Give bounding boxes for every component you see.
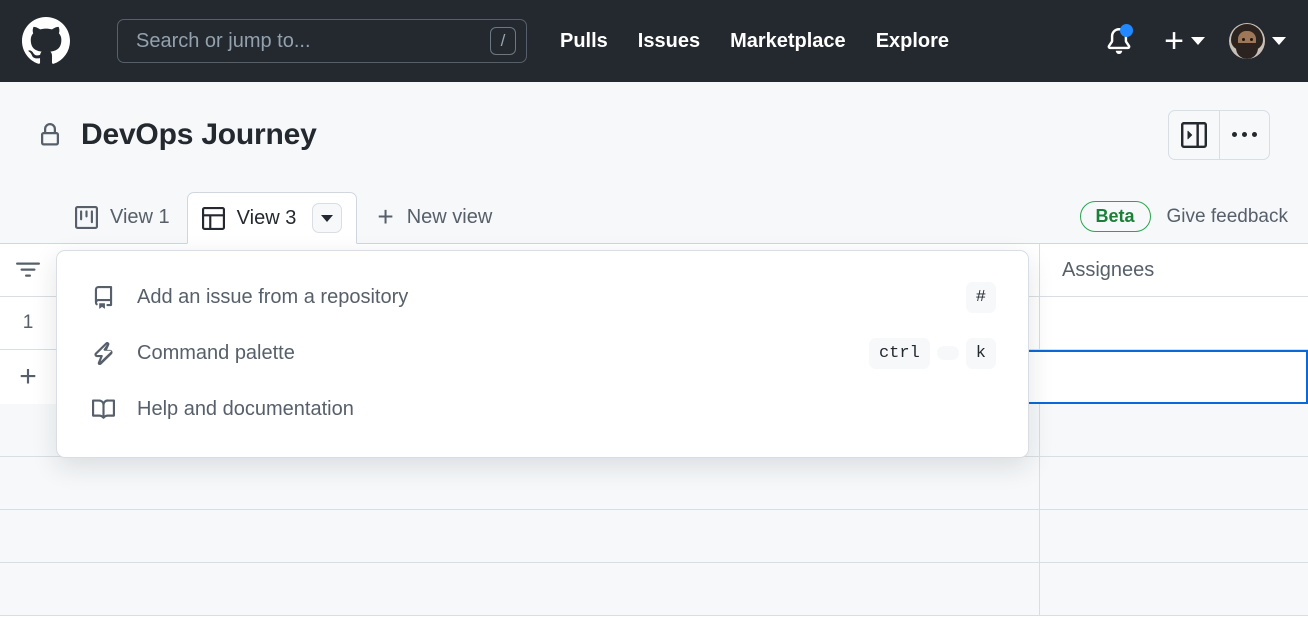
key-k: k (965, 337, 996, 369)
project-board-icon (75, 205, 98, 229)
project-more-menu-button[interactable] (1219, 110, 1269, 159)
new-view-button[interactable]: + New view (363, 191, 506, 243)
row-number: 1 (22, 312, 34, 333)
repo-icon (91, 285, 115, 309)
row-assignees-cell[interactable] (1040, 563, 1308, 615)
sidebar-toggle-button[interactable] (1169, 111, 1219, 159)
row-number (0, 563, 56, 615)
tab-view-3[interactable]: View 3 (186, 192, 358, 244)
chevron-down-icon (1191, 37, 1205, 45)
table-row[interactable] (0, 457, 1308, 510)
row-number (0, 457, 56, 509)
menu-item-command-palette[interactable]: Command palette ctrl k (57, 325, 1028, 381)
lock-icon (38, 122, 62, 147)
view-tabs: View 1 View 3 + New view Beta Give feedb… (0, 187, 1308, 244)
table-row[interactable] (0, 510, 1308, 563)
status-badge: Beta (1079, 201, 1151, 232)
nav-item-pulls[interactable]: Pulls (560, 30, 608, 53)
book-icon (91, 398, 115, 421)
row-number (0, 510, 56, 562)
project-table: Title Assignees 1 Adding new issues + Ty… (0, 244, 1308, 616)
menu-item-label: Add an issue from a repository (137, 285, 409, 308)
menu-item-shortcut: ctrl k (868, 337, 996, 369)
row-number (0, 404, 56, 456)
new-view-label: New view (406, 205, 493, 228)
row-title-cell[interactable] (56, 563, 1040, 615)
primary-nav: Pulls Issues Marketplace Explore (560, 30, 949, 53)
menu-item-label: Command palette (137, 341, 295, 364)
plus-icon: + (1164, 22, 1184, 60)
tab-view-1[interactable]: View 1 (58, 191, 187, 243)
row-assignees-cell[interactable] (1040, 510, 1308, 562)
add-item-plus-icon[interactable]: + (0, 350, 56, 404)
account-menu-button[interactable] (1229, 23, 1286, 59)
row-assignees-cell[interactable] (1040, 297, 1308, 349)
tab-menu-button[interactable] (312, 203, 343, 233)
give-feedback-link[interactable]: Give feedback (1167, 206, 1288, 228)
zap-icon (91, 341, 115, 365)
header-actions: + (1096, 18, 1286, 64)
kebab-horizontal-icon (1232, 132, 1257, 137)
menu-item-label: Help and documentation (137, 397, 354, 420)
key-separator (936, 346, 959, 360)
beta-feedback-group: Beta Give feedback (1079, 201, 1288, 232)
table-row[interactable] (0, 563, 1308, 616)
triangle-down-icon (321, 214, 334, 222)
github-logo-icon[interactable] (22, 17, 70, 65)
menu-item-shortcut: # (965, 281, 996, 313)
global-header: Search or jump to... / Pulls Issues Mark… (0, 0, 1308, 82)
menu-item-add-issue-from-repository[interactable]: Add an issue from a repository # (57, 269, 1028, 325)
sidebar-expand-icon (1181, 121, 1207, 148)
plus-icon: + (377, 201, 394, 232)
search-input[interactable]: Search or jump to... / (117, 19, 527, 63)
nav-item-issues[interactable]: Issues (638, 30, 700, 53)
search-placeholder: Search or jump to... (136, 30, 311, 52)
nav-item-explore[interactable]: Explore (876, 30, 949, 53)
row-title-cell[interactable] (56, 457, 1040, 509)
table-filter-button[interactable] (0, 244, 56, 296)
nav-item-marketplace[interactable]: Marketplace (730, 30, 846, 53)
avatar (1229, 23, 1265, 59)
row-title-cell[interactable] (56, 510, 1040, 562)
table-icon (201, 206, 225, 230)
filter-icon (16, 262, 40, 277)
project-header-actions (1168, 109, 1270, 160)
chevron-down-icon (1272, 37, 1286, 45)
create-new-button[interactable]: + (1164, 22, 1205, 60)
notifications-button[interactable] (1096, 18, 1142, 64)
column-header-label: Assignees (1062, 258, 1155, 281)
row-assignees-cell[interactable] (1040, 457, 1308, 509)
key-ctrl: ctrl (868, 337, 930, 369)
column-header-assignees[interactable]: Assignees (1040, 244, 1308, 296)
menu-item-help-and-documentation[interactable]: Help and documentation (57, 381, 1028, 437)
tab-label: View 1 (110, 205, 170, 228)
search-slash-key-hint: / (490, 27, 516, 55)
key-hash: # (965, 281, 996, 313)
row-assignees-cell[interactable] (1040, 404, 1308, 456)
add-item-suggestions-menu: Add an issue from a repository # Command… (56, 250, 1029, 458)
page-title: DevOps Journey (81, 117, 317, 151)
tab-label: View 3 (236, 206, 297, 229)
project-header: DevOps Journey (0, 82, 1308, 187)
